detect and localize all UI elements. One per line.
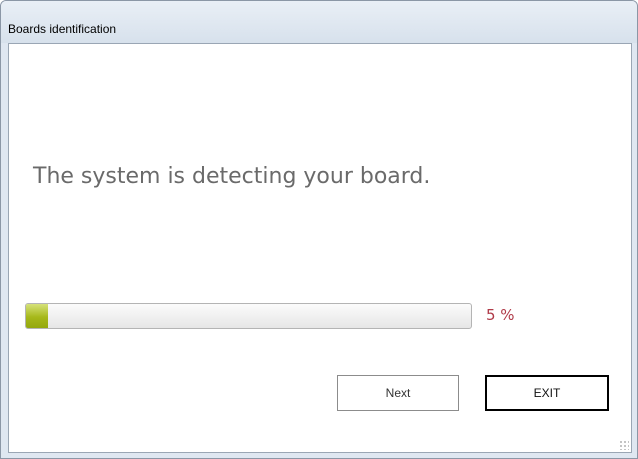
window-title: Boards identification: [8, 22, 117, 36]
next-button[interactable]: Next: [337, 375, 459, 411]
boards-identification-window: Boards identification The system is dete…: [0, 0, 638, 459]
exit-button[interactable]: EXIT: [485, 375, 609, 411]
dialog-content: The system is detecting your board. 5 % …: [8, 43, 632, 453]
progress-bar: [25, 303, 472, 329]
progress-bar-fill: [26, 304, 49, 328]
status-message: The system is detecting your board.: [33, 164, 431, 189]
progress-percent-label: 5 %: [486, 306, 515, 324]
resize-grip-icon[interactable]: [619, 440, 629, 450]
title-bar[interactable]: Boards identification: [1, 1, 637, 43]
